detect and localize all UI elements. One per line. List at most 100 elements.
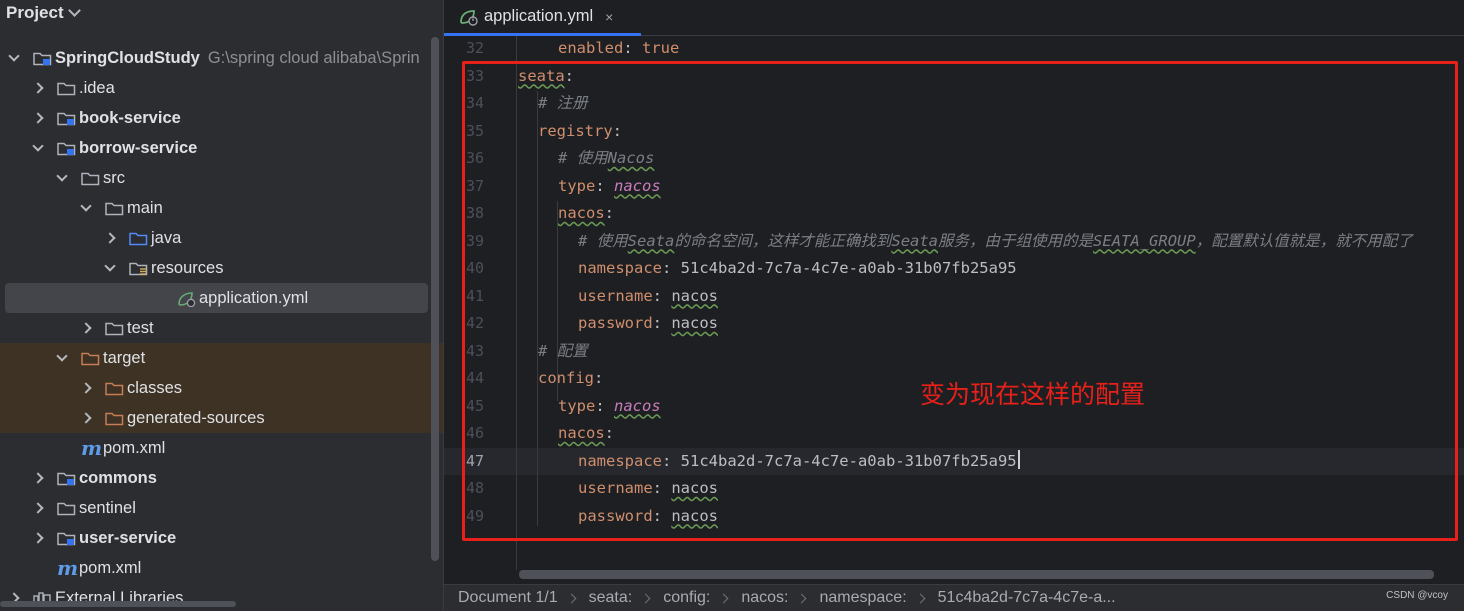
annotation-highlight-box — [462, 61, 1458, 541]
chevron-down-icon[interactable] — [56, 350, 68, 362]
editor-tab-bar: application.yml × — [444, 0, 1464, 36]
tree-item-label: generated-sources — [127, 409, 265, 428]
folder-icon — [57, 81, 76, 96]
tree-item-name: book-service — [79, 108, 181, 127]
editor-horizontal-scrollbar[interactable] — [519, 570, 1434, 579]
tree-item-target[interactable]: target — [0, 343, 443, 373]
tree-item-sentinel[interactable]: sentinel — [0, 493, 443, 523]
chevron-down-icon[interactable] — [8, 50, 20, 62]
tree-item-name: test — [127, 318, 154, 337]
document-indicator[interactable]: Document 1/1 — [458, 589, 558, 607]
spring-yml-icon — [177, 291, 196, 307]
module-folder-icon — [57, 111, 76, 126]
tree-item-application-yml[interactable]: application.yml — [5, 283, 428, 313]
tree-item-label: pom.xml — [79, 559, 141, 578]
code-token: enabled — [558, 39, 624, 57]
chevron-right-icon[interactable] — [32, 112, 44, 124]
tree-item-label: main — [127, 199, 163, 218]
close-icon[interactable]: × — [605, 9, 613, 25]
project-vertical-scrollbar[interactable] — [431, 37, 439, 561]
module-folder-icon — [57, 141, 76, 156]
tree-item-resources[interactable]: resources — [0, 253, 443, 283]
breadcrumb-item[interactable]: config: — [663, 589, 710, 607]
tree-item-book-service[interactable]: book-service — [0, 103, 443, 133]
project-horizontal-scrollbar[interactable] — [0, 601, 236, 607]
breadcrumb-item[interactable]: seata: — [589, 589, 633, 607]
chevron-right-icon[interactable] — [80, 382, 92, 394]
code-token: true — [642, 39, 680, 57]
tree-item-name: classes — [127, 378, 183, 397]
tree-item-springcloudstudy[interactable]: SpringCloudStudy G:\spring cloud alibaba\… — [0, 43, 443, 73]
tree-item-name: user-service — [79, 528, 177, 547]
tree-item-src[interactable]: src — [0, 163, 443, 193]
tree-item-test[interactable]: test — [0, 313, 443, 343]
tree-item-name: generated-sources — [127, 408, 265, 427]
tree-item-label: sentinel — [79, 499, 136, 518]
chevron-right-icon — [640, 593, 651, 603]
maven-icon: m — [57, 555, 79, 580]
tree-item-name: resources — [151, 258, 224, 277]
tree-item-idea[interactable]: .idea — [0, 73, 443, 103]
chevron-right-icon[interactable] — [80, 322, 92, 334]
chevron-right-icon — [797, 593, 807, 603]
chevron-right-icon[interactable] — [80, 412, 92, 424]
tab-application-yml[interactable]: application.yml × — [444, 0, 641, 36]
watermark: CSDN @vcoy — [1386, 590, 1448, 601]
line-number: 32 — [465, 39, 484, 57]
project-title: Project — [6, 3, 64, 22]
excluded-folder-icon — [105, 381, 124, 396]
tree-item-borrow-service[interactable]: borrow-service — [0, 133, 443, 163]
module-folder-icon — [33, 51, 52, 66]
chevron-right-icon[interactable] — [32, 472, 44, 484]
chevron-down-icon[interactable] — [80, 200, 92, 212]
tree-item-label: test — [127, 319, 154, 338]
code-line[interactable]: 32 enabled: true — [444, 36, 1464, 62]
chevron-right-icon[interactable] — [32, 532, 44, 544]
breadcrumb-item[interactable]: nacos: — [741, 589, 788, 607]
tree-item-label: SpringCloudStudy G:\spring cloud alibaba\… — [55, 49, 420, 68]
chevron-right-icon[interactable] — [32, 82, 44, 94]
tree-item-label: application.yml — [199, 289, 308, 308]
tree-item-user-service[interactable]: user-service — [0, 523, 443, 553]
tree-item-name: application.yml — [199, 288, 309, 307]
maven-icon: m — [81, 435, 103, 460]
project-header[interactable]: Project — [0, 0, 443, 26]
tree-item-classes[interactable]: classes — [0, 373, 443, 403]
tree-item-generated-sources[interactable]: generated-sources — [0, 403, 443, 433]
chevron-down-icon[interactable] — [56, 170, 68, 182]
code-token: : — [623, 39, 642, 57]
tree-item-label: java — [151, 229, 181, 248]
folder-icon — [81, 171, 100, 186]
chevron-down-icon[interactable] — [32, 140, 44, 152]
tree-item-name: SpringCloudStudy — [55, 48, 200, 67]
tree-item-label: .idea — [79, 79, 115, 98]
tree-item-label: commons — [79, 469, 157, 488]
tree-item-java[interactable]: java — [0, 223, 443, 253]
tree-item-label: resources — [151, 259, 223, 278]
tree-item-label: user-service — [79, 529, 176, 548]
chevron-right-icon[interactable] — [104, 232, 116, 244]
tree-item-main[interactable]: main — [0, 193, 443, 223]
tree-item-label: target — [103, 349, 145, 368]
spring-yml-icon — [460, 9, 478, 26]
tree-item-name: .idea — [79, 78, 115, 97]
breadcrumb-item[interactable]: 51c4ba2d-7c7a-4c7e-a... — [938, 589, 1116, 607]
tree-item-commons[interactable]: commons — [0, 463, 443, 493]
chevron-right-icon[interactable] — [32, 502, 44, 514]
tree-item-label: book-service — [79, 109, 181, 128]
tree-item-name: borrow-service — [79, 138, 198, 157]
chevron-down-icon[interactable] — [104, 260, 116, 272]
tree-item-name: sentinel — [79, 498, 136, 517]
source-folder-icon — [129, 231, 148, 246]
excluded-folder-icon — [105, 411, 124, 426]
tree-item-pom-xml[interactable]: m pom.xml — [0, 433, 443, 463]
folder-icon — [57, 501, 76, 516]
project-path: G:\spring cloud alibaba\Sprin — [207, 48, 420, 67]
chevron-down-icon[interactable] — [67, 4, 81, 17]
folder-icon — [105, 321, 124, 336]
annotation-text: 变为现在这样的配置 — [920, 380, 1146, 409]
folder-icon — [105, 201, 124, 216]
breadcrumb: Document 1/1 seata: config: nacos: namespace… — [444, 584, 1464, 611]
breadcrumb-item[interactable]: namespace: — [819, 589, 906, 607]
tree-item-pom-xml[interactable]: m pom.xml — [0, 553, 443, 583]
